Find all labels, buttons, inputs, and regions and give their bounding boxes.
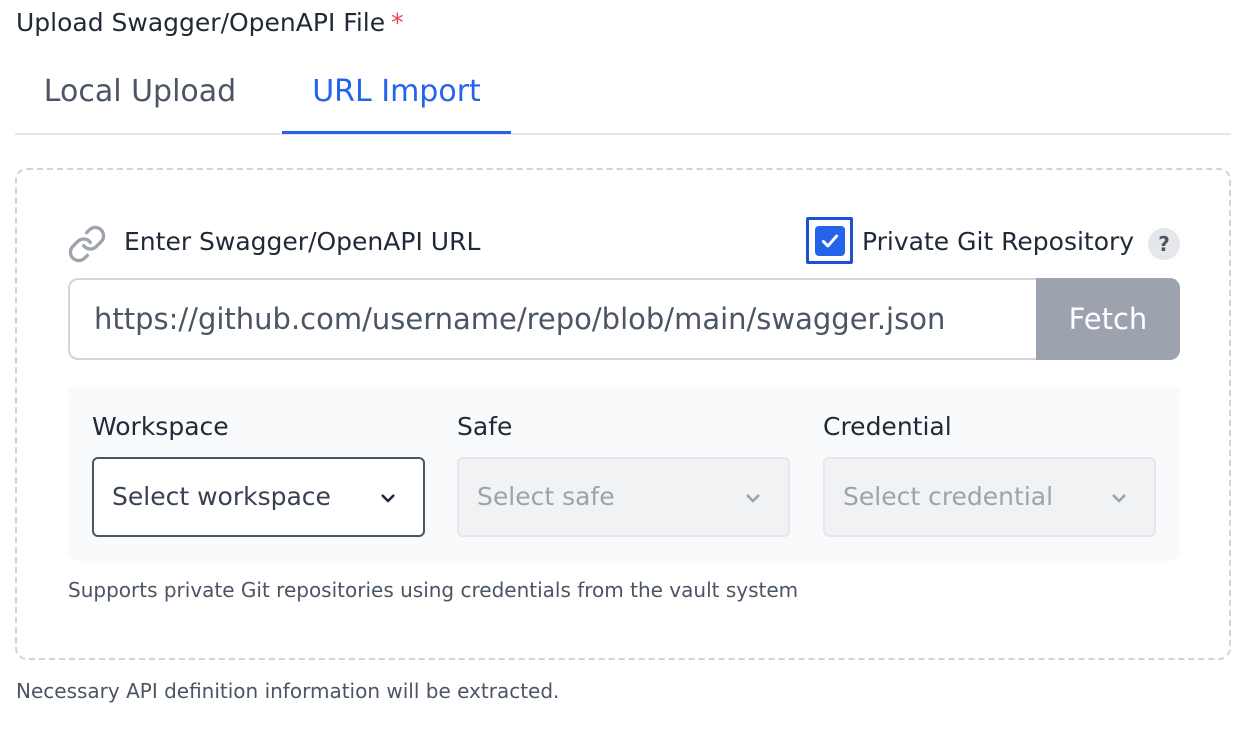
safe-label: Safe	[457, 412, 513, 441]
chevron-down-icon	[381, 494, 395, 503]
url-import-panel: Enter Swagger/OpenAPI URL Private Git Re…	[15, 168, 1231, 660]
safe-select-placeholder: Select safe	[477, 482, 615, 511]
credential-label: Credential	[823, 412, 952, 441]
tab-url-import[interactable]: URL Import	[282, 60, 511, 134]
field-label: Upload Swagger/OpenAPI File *	[16, 6, 404, 40]
link-icon	[68, 225, 106, 263]
help-icon[interactable]: ?	[1148, 228, 1180, 260]
fetch-button[interactable]: Fetch	[1036, 278, 1180, 360]
chevron-down-icon	[746, 494, 760, 503]
credential-select-placeholder: Select credential	[843, 482, 1054, 511]
workspace-label: Workspace	[92, 412, 229, 441]
chevron-down-icon	[1112, 494, 1126, 503]
workspace-select[interactable]: Select workspace	[92, 457, 425, 537]
footer-note: Necessary API definition information wil…	[16, 679, 560, 703]
check-icon	[821, 234, 838, 247]
vault-credentials-panel: Workspace Select workspace Safe Select s…	[68, 385, 1180, 561]
safe-select[interactable]: Select safe	[457, 457, 790, 537]
tab-local-upload[interactable]: Local Upload	[15, 60, 265, 133]
upload-form: Upload Swagger/OpenAPI File * Local Uploa…	[0, 0, 1248, 730]
vault-hint-text: Supports private Git repositories using …	[68, 578, 799, 602]
workspace-select-placeholder: Select workspace	[112, 482, 331, 511]
url-input[interactable]	[68, 278, 1036, 360]
checkbox-checked-fill	[814, 225, 845, 256]
field-label-text: Upload Swagger/OpenAPI File	[16, 8, 386, 37]
private-repo-checkbox[interactable]	[806, 217, 853, 264]
private-repo-label[interactable]: Private Git Repository	[862, 224, 1134, 260]
url-field-label: Enter Swagger/OpenAPI URL	[124, 227, 481, 256]
upload-tabs: Local Upload URL Import	[15, 60, 1231, 135]
credential-select[interactable]: Select credential	[823, 457, 1156, 537]
required-marker: *	[391, 8, 404, 37]
